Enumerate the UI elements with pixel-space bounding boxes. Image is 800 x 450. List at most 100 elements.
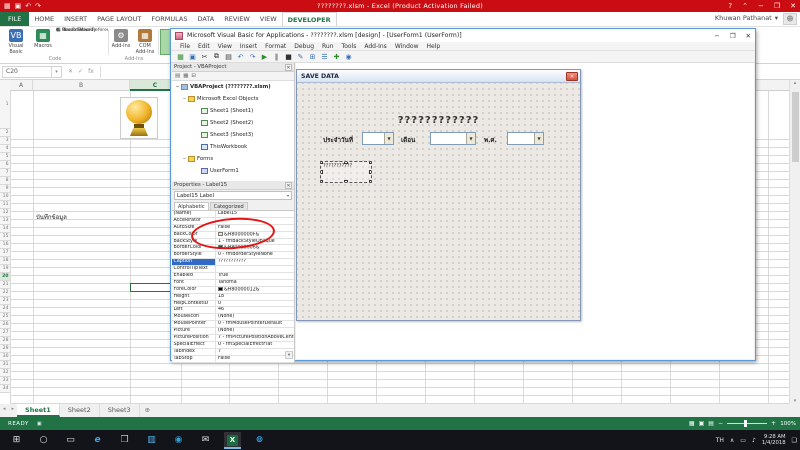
row-header[interactable]: 26 — [0, 321, 10, 329]
property-row[interactable]: BorderStyle 0 - fmBorderStyleNone — [172, 252, 294, 259]
resize-handle[interactable] — [344, 180, 348, 183]
userform-body[interactable]: ???????????? ประจำวันที่ ▼ เดือน ▼ พ.ศ. … — [297, 83, 580, 320]
chevron-down-icon[interactable]: ▼ — [534, 133, 543, 144]
scrollbar-thumb[interactable] — [792, 92, 799, 162]
vba-menu-item[interactable]: Add-Ins — [361, 43, 389, 50]
year-label[interactable]: พ.ศ. — [484, 135, 497, 145]
ribbon-tab[interactable]: PAGE LAYOUT — [92, 12, 146, 26]
resize-handle[interactable] — [369, 170, 372, 174]
ribbon-tab[interactable]: INSERT — [59, 12, 92, 26]
form-heading-label[interactable]: ???????????? — [297, 115, 580, 126]
browser-icon[interactable]: ⊚ — [251, 432, 268, 449]
row-header[interactable]: 19 — [0, 265, 10, 273]
tree-item-sheet2[interactable]: Sheet2 (Sheet2) — [172, 117, 294, 129]
vba-menu-item[interactable]: Run — [319, 43, 337, 50]
vba-menu-item[interactable]: Edit — [195, 43, 213, 50]
clock[interactable]: 9:28 AM 1/4/2018 — [762, 434, 786, 446]
ribbon-tab[interactable]: DATA — [192, 12, 219, 26]
task-view-icon[interactable]: ▭ — [62, 432, 79, 449]
view-code-icon[interactable]: ▤ — [175, 73, 180, 79]
page-break-view-icon[interactable]: ▤ — [708, 420, 714, 427]
hidden-icons-chevron[interactable]: ∧ — [730, 437, 734, 444]
toolbox-icon[interactable]: ✚ — [332, 53, 341, 61]
vba-close-button[interactable]: ✕ — [746, 32, 751, 40]
property-row[interactable]: AutoSize False — [172, 225, 294, 232]
expand-icon[interactable]: − — [181, 157, 188, 162]
ribbon-tab[interactable]: VIEW — [255, 12, 282, 26]
zoom-level[interactable]: 100% — [780, 421, 796, 427]
row-header[interactable]: 25 — [0, 313, 10, 321]
tree-item-sheet3[interactable]: Sheet3 (Sheet3) — [172, 129, 294, 141]
sheet-tab[interactable]: Sheet3 — [100, 404, 140, 417]
property-row[interactable]: PicturePosition 7 - fmPicturePositionAbo… — [172, 335, 294, 342]
property-row[interactable]: TabStop False — [172, 356, 294, 363]
vba-menu-item[interactable]: Tools — [339, 43, 360, 50]
close-icon[interactable]: ✕ — [285, 64, 292, 71]
vba-menu-item[interactable]: Debug — [291, 43, 317, 50]
property-row[interactable]: BackColor &H8000000F& — [172, 232, 294, 239]
toggle-folders-icon[interactable]: ⊟ — [191, 73, 196, 79]
chevron-down-icon[interactable]: ▼ — [384, 133, 393, 144]
expand-icon[interactable]: − — [181, 97, 188, 102]
row-header[interactable]: 9 — [0, 185, 10, 193]
vertical-scrollbar[interactable]: ▴ ▾ — [789, 80, 800, 404]
cancel-icon[interactable]: ✕ — [68, 68, 73, 75]
macros-button[interactable]: ▦ Macros — [30, 29, 56, 49]
property-row[interactable]: ControlTipText — [172, 266, 294, 273]
year-combobox[interactable]: ▼ — [507, 132, 544, 145]
minimize-button[interactable]: − — [756, 0, 766, 12]
row-header[interactable]: 4 — [0, 145, 10, 153]
scroll-down-icon[interactable]: ▾ — [285, 351, 293, 359]
name-box[interactable]: C20 — [2, 66, 52, 78]
tree-item-userform1[interactable]: UserForm1 — [172, 165, 294, 177]
row-header[interactable]: 3 — [0, 137, 10, 145]
paste-icon[interactable]: ▤ — [224, 53, 233, 61]
close-button[interactable]: ✕ — [788, 0, 798, 12]
row-header[interactable]: 1 — [0, 80, 10, 129]
ribbon-tab[interactable]: REVIEW — [219, 12, 255, 26]
date-label[interactable]: ประจำวันที่ — [323, 135, 353, 145]
row-header[interactable]: 12 — [0, 209, 10, 217]
row-header[interactable]: 22 — [0, 289, 10, 297]
help-button[interactable]: ? — [726, 0, 734, 12]
run-icon[interactable]: ▶ — [260, 53, 269, 61]
userform-title-bar[interactable]: SAVE DATA — [297, 70, 580, 83]
property-row[interactable]: MouseIcon (None) — [172, 314, 294, 321]
object-selector[interactable]: Label15 Label ▾ — [174, 191, 292, 200]
search-icon[interactable]: ○ — [35, 432, 52, 449]
volume-icon[interactable]: ♪ — [752, 437, 756, 444]
property-row[interactable]: Caption ??????????? — [172, 259, 294, 266]
cut-icon[interactable]: ✂ — [200, 53, 209, 61]
row-header[interactable]: 6 — [0, 161, 10, 169]
close-icon[interactable]: ✕ — [566, 72, 578, 81]
store-icon[interactable]: ▥ — [143, 432, 160, 449]
copy-icon[interactable]: ⧉ — [212, 52, 221, 61]
action-center-icon[interactable]: ❑ — [792, 437, 797, 444]
property-row[interactable]: Left 46 — [172, 307, 294, 314]
row-header[interactable]: 30 — [0, 353, 10, 361]
edge-icon[interactable]: e — [89, 432, 106, 449]
properties-tab[interactable]: Alphabetic — [174, 202, 209, 210]
ribbon-display-options-button[interactable]: ⌃ — [740, 0, 750, 12]
row-header[interactable]: 24 — [0, 305, 10, 313]
new-sheet-button[interactable]: ⊕ — [140, 404, 155, 417]
property-row[interactable]: Height 18 — [172, 294, 294, 301]
zoom-out-button[interactable]: − — [718, 420, 723, 427]
sheet-tab[interactable]: Sheet2 — [60, 404, 100, 417]
addins-button[interactable]: ⚙ Add-Ins — [110, 29, 132, 49]
date-combobox[interactable]: ▼ — [362, 132, 394, 145]
ribbon-tab[interactable]: HOME — [29, 12, 59, 26]
property-row[interactable]: Enabled True — [172, 273, 294, 280]
macro-security-button[interactable]: ⚠Macro Security — [56, 27, 108, 33]
vba-restore-button[interactable]: ❐ — [730, 32, 736, 40]
row-header[interactable]: 23 — [0, 297, 10, 305]
design-mode-icon[interactable]: ✎ — [296, 53, 305, 61]
tree-item-forms[interactable]: − Forms — [172, 153, 294, 165]
property-row[interactable]: BorderColor &H80000006& — [172, 245, 294, 252]
row-header[interactable]: 31 — [0, 361, 10, 369]
avatar[interactable]: ☻ — [783, 13, 797, 25]
property-row[interactable]: Picture (None) — [172, 328, 294, 335]
expand-icon[interactable]: − — [174, 85, 181, 90]
redo-icon[interactable]: ↷ — [248, 53, 257, 61]
restore-button[interactable]: ❐ — [772, 0, 782, 12]
